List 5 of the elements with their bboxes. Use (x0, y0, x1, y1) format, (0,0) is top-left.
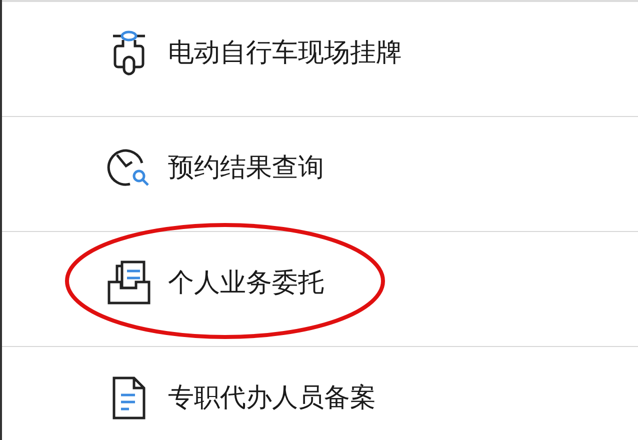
menu-item-label: 个人业务委托 (168, 266, 324, 300)
menu-item-label: 专职代办人员备案 (168, 382, 376, 414)
menu-item-label: 预约结果查询 (168, 152, 324, 184)
menu-item-label: 电动自行车现场挂牌 (168, 36, 402, 70)
inbox-tray-icon (107, 260, 151, 306)
